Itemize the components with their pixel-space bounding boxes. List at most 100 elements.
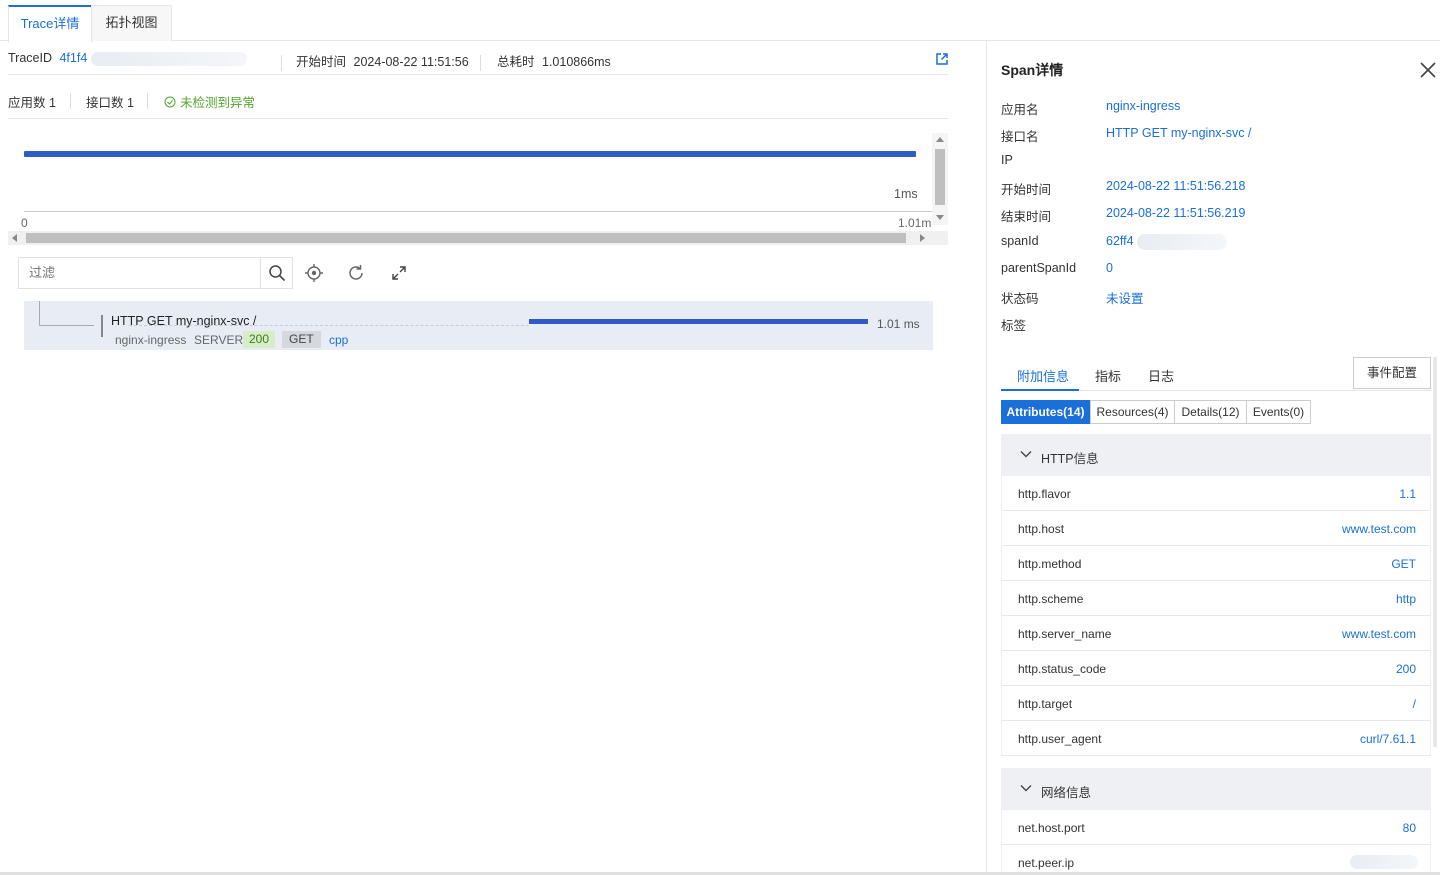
duration-value: 1.010866ms bbox=[542, 55, 611, 69]
scroll-up-arrow-icon[interactable] bbox=[936, 137, 944, 142]
field-label: 标签 bbox=[1001, 319, 1027, 333]
field-value: 2024-08-22 11:51:56.218 bbox=[1106, 179, 1246, 193]
field-value: nginx-ingress bbox=[1106, 99, 1181, 113]
attr-row: http.user_agent curl/7.61.1 bbox=[1001, 721, 1431, 756]
traceid-label: TraceID bbox=[8, 51, 52, 65]
attr-row: http.scheme http bbox=[1001, 581, 1431, 616]
attr-value: www.test.com bbox=[1341, 627, 1416, 641]
attr-key: net.host.port bbox=[1018, 821, 1085, 835]
seg-attributes[interactable]: Attributes(14) bbox=[1001, 400, 1090, 424]
chevron-down-icon bbox=[1020, 785, 1032, 792]
field-label: spanId bbox=[1001, 234, 1039, 248]
divider bbox=[70, 93, 71, 109]
attr-row: http.method GET bbox=[1001, 546, 1431, 581]
vscroll-thumb[interactable] bbox=[935, 149, 945, 205]
attr-value: / bbox=[1412, 697, 1416, 711]
axis-start-label: 0 bbox=[21, 216, 28, 230]
attr-value: http bbox=[1395, 592, 1416, 606]
timeline-1ms-label: 1ms bbox=[894, 187, 918, 201]
attr-key: http.flavor bbox=[1018, 487, 1071, 501]
tab-trace-detail[interactable]: Trace详情 bbox=[8, 5, 92, 42]
method-badge: GET bbox=[282, 331, 321, 348]
field-label: 结束时间 bbox=[1001, 210, 1052, 224]
field-label: 接口名 bbox=[1001, 130, 1039, 144]
hscroll-thumb[interactable] bbox=[26, 233, 906, 243]
duration-label: 总耗时 bbox=[497, 55, 535, 69]
attr-value: 1.1 bbox=[1399, 487, 1416, 501]
event-config-button[interactable]: 事件配置 bbox=[1353, 357, 1431, 389]
group-title: HTTP信息 bbox=[1041, 452, 1099, 466]
attr-value: 200 bbox=[1395, 662, 1416, 676]
attr-key: net.peer.ip bbox=[1018, 856, 1075, 870]
attr-key: http.server_name bbox=[1018, 627, 1112, 641]
chevron-down-icon bbox=[1020, 451, 1032, 458]
detail-scrollbar[interactable] bbox=[1433, 357, 1437, 747]
timeline-hscroll[interactable] bbox=[8, 231, 948, 245]
seg-events[interactable]: Events(0) bbox=[1246, 400, 1311, 424]
attr-row: http.status_code 200 bbox=[1001, 651, 1431, 686]
active-tab-underline bbox=[1001, 389, 1079, 391]
close-icon[interactable] bbox=[1419, 61, 1437, 79]
status-badge: 200 bbox=[243, 331, 276, 348]
field-end-time: 结束时间 2024-08-22 11:51:56.219 bbox=[1001, 206, 1431, 226]
filter-input[interactable] bbox=[29, 265, 249, 280]
overview-bar bbox=[24, 151, 916, 157]
tab-extra-info[interactable]: 附加信息 bbox=[1017, 366, 1069, 385]
tree-line bbox=[39, 325, 94, 326]
field-label: 开始时间 bbox=[1001, 183, 1052, 197]
field-value: 2024-08-22 11:51:56.219 bbox=[1106, 206, 1246, 220]
anomaly-status: 未检测到异常 bbox=[180, 96, 256, 110]
external-link-icon[interactable] bbox=[935, 52, 949, 66]
span-guide-line bbox=[129, 325, 529, 326]
attr-key: http.target bbox=[1018, 697, 1073, 711]
span-row[interactable]: HTTP GET my-nginx-svc / nginx-ingress SE… bbox=[24, 301, 933, 350]
trace-panel: TraceID 4f1f4 开始时间 2024-08-22 11:51:56 总… bbox=[0, 41, 960, 875]
attr-value: 80 bbox=[1402, 821, 1416, 835]
attr-value: curl/7.61.1 bbox=[1359, 732, 1416, 746]
trace-info-row: TraceID 4f1f4 开始时间 2024-08-22 11:51:56 总… bbox=[8, 49, 948, 75]
attr-row: http.target / bbox=[1001, 686, 1431, 721]
scroll-left-arrow-icon[interactable] bbox=[12, 234, 17, 242]
tab-logs[interactable]: 日志 bbox=[1148, 366, 1174, 385]
attr-value: GET bbox=[1391, 557, 1416, 571]
span-kind: SERVER bbox=[194, 333, 244, 347]
api-count: 接口数 1 bbox=[86, 96, 134, 110]
seg-details[interactable]: Details(12) bbox=[1174, 400, 1247, 424]
check-circle-icon bbox=[164, 96, 176, 108]
field-api: 接口名 HTTP GET my-nginx-svc / bbox=[1001, 126, 1431, 146]
seg-resources[interactable]: Resources(4) bbox=[1090, 400, 1175, 424]
field-spanid: spanId 62ff4 bbox=[1001, 234, 1431, 254]
redacted-traceid bbox=[90, 51, 247, 66]
tab-metrics[interactable]: 指标 bbox=[1095, 366, 1121, 385]
traceid-value[interactable]: 4f1f4 bbox=[59, 51, 87, 65]
field-status-code: 状态码 未设置 bbox=[1001, 288, 1431, 308]
scroll-right-arrow-icon[interactable] bbox=[920, 234, 925, 242]
tab-topology[interactable]: 拓扑视图 bbox=[91, 5, 172, 41]
attr-row: net.peer.ip bbox=[1001, 845, 1431, 875]
refresh-icon[interactable] bbox=[346, 263, 366, 283]
attr-key: http.host bbox=[1018, 522, 1065, 536]
scroll-down-arrow-icon[interactable] bbox=[936, 215, 944, 220]
attr-key: http.status_code bbox=[1018, 662, 1107, 676]
span-toolbar bbox=[18, 257, 438, 291]
attr-value: www.test.com bbox=[1341, 522, 1416, 536]
field-label: 应用名 bbox=[1001, 103, 1039, 117]
trace-stats-row: 应用数 1 接口数 1 未检测到异常 bbox=[8, 89, 948, 119]
attr-key: http.scheme bbox=[1018, 592, 1084, 606]
field-ip: IP bbox=[1001, 153, 1431, 173]
field-label: parentSpanId bbox=[1001, 261, 1077, 275]
net-group-header[interactable]: 网络信息 bbox=[1001, 768, 1431, 810]
locate-icon[interactable] bbox=[304, 263, 324, 283]
divider bbox=[281, 55, 282, 71]
divider bbox=[147, 93, 148, 109]
expand-icon[interactable] bbox=[389, 263, 409, 283]
trace-page: Trace详情 拓扑视图 TraceID 4f1f4 开始时间 2024-08-… bbox=[0, 0, 1440, 875]
field-label: IP bbox=[1001, 153, 1013, 167]
attr-row: http.flavor 1.1 bbox=[1001, 476, 1431, 511]
http-group-header[interactable]: HTTP信息 bbox=[1001, 434, 1431, 476]
timeline-axis bbox=[24, 211, 934, 212]
timeline-vscroll[interactable] bbox=[932, 133, 948, 225]
field-value: 62ff4 bbox=[1106, 234, 1134, 248]
search-button[interactable] bbox=[260, 258, 292, 288]
axis-end-label: 1.01m bbox=[898, 216, 932, 230]
